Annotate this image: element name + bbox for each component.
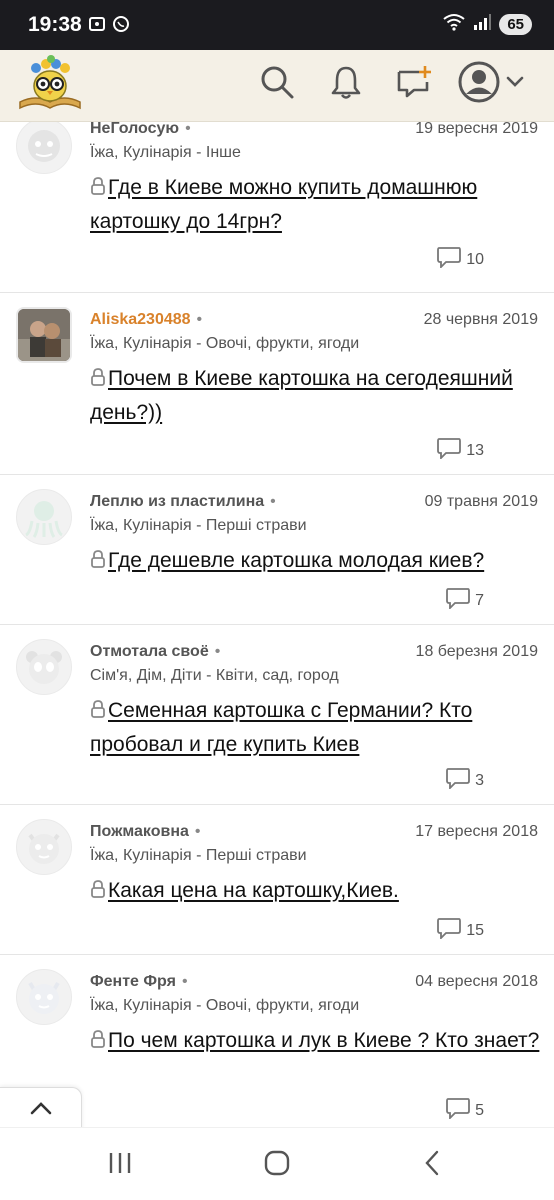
signal-icon: [473, 13, 492, 36]
avatar[interactable]: [16, 969, 72, 1025]
viber-icon: [112, 15, 130, 38]
lock-icon: [90, 174, 106, 206]
post-category[interactable]: Їжа, Кулінарія - Інше: [90, 144, 241, 162]
back-button[interactable]: [414, 1150, 450, 1180]
lock-icon: [90, 697, 106, 729]
post-date: 18 березня 2019: [415, 643, 538, 660]
avatar[interactable]: [16, 307, 72, 363]
comments-count[interactable]: 15: [436, 917, 484, 944]
post-title-link[interactable]: Почем в Киеве картошка на сегодеяшний де…: [90, 363, 540, 429]
profile-menu-button[interactable]: [458, 61, 532, 108]
user-avatar-icon: [458, 61, 500, 108]
post-category[interactable]: Їжа, Кулінарія - Овочі, фрукти, ягоди: [90, 335, 359, 353]
screenshot-icon: [88, 15, 106, 38]
status-time: 19:38: [28, 13, 82, 36]
battery-indicator: 65: [499, 14, 532, 35]
post-username[interactable]: НеГолосую •: [90, 122, 191, 138]
new-post-button[interactable]: [392, 62, 436, 106]
list-item: Отмотала своё • 18 березня 2019 Сім'я, Ді…: [0, 625, 554, 805]
post-title-link[interactable]: Где в Киеве можно купить домашнюю картош…: [90, 172, 540, 238]
avatar[interactable]: [16, 122, 72, 174]
post-title-link[interactable]: Семенная картошка с Германии? Кто пробов…: [90, 695, 540, 761]
post-category[interactable]: Сім'я, Дім, Діти - Квіти, сад, город: [90, 667, 339, 685]
home-icon: [263, 1149, 291, 1182]
app-header: [0, 50, 554, 122]
comment-icon: [436, 437, 462, 464]
scroll-to-top-button[interactable]: [0, 1087, 82, 1132]
list-item: НеГолосую • 19 вересня 2019 Їжа, Кулінарі…: [0, 122, 554, 293]
post-date: 19 вересня 2019: [415, 122, 538, 137]
list-item: Пожмаковна • 17 вересня 2018 Їжа, Кулінар…: [0, 805, 554, 955]
wifi-icon: [443, 13, 465, 36]
lock-icon: [90, 877, 106, 909]
recent-apps-button[interactable]: [102, 1150, 138, 1180]
post-date: 09 травня 2019: [424, 493, 538, 510]
post-category[interactable]: Їжа, Кулінарія - Овочі, фрукти, ягоди: [90, 997, 359, 1015]
lock-icon: [90, 547, 106, 579]
comment-icon: [436, 917, 462, 944]
list-item: Фенте Фря • 04 вересня 2018 Їжа, Кулінарі…: [0, 955, 554, 1127]
post-username[interactable]: Леплю из пластилина •: [90, 493, 276, 511]
post-username[interactable]: Пожмаковна •: [90, 823, 201, 841]
status-notification-icons: [88, 15, 130, 38]
post-title-link[interactable]: Где дешевле картошка молодая киев?: [90, 545, 540, 579]
system-navigation-bar: [0, 1127, 554, 1200]
post-username[interactable]: Отмотала своё •: [90, 643, 220, 661]
comment-icon: [436, 246, 462, 273]
search-icon: [259, 64, 295, 105]
list-item: Aliska230488 • 28 червня 2019 Їжа, Куліна…: [0, 293, 554, 475]
post-category[interactable]: Їжа, Кулінарія - Перші страви: [90, 517, 307, 535]
comments-count[interactable]: 13: [436, 437, 484, 464]
post-date: 28 червня 2019: [423, 311, 538, 328]
comments-count[interactable]: 10: [436, 246, 484, 273]
lock-icon: [90, 365, 106, 397]
add-chat-icon: [395, 64, 433, 105]
comment-icon: [445, 1097, 471, 1124]
status-system-icons: 65: [443, 13, 532, 36]
lock-icon: [90, 1027, 106, 1059]
recent-apps-icon: [107, 1151, 133, 1180]
avatar[interactable]: [16, 819, 72, 875]
post-username[interactable]: Aliska230488 •: [90, 311, 202, 329]
comment-icon: [445, 767, 471, 794]
post-title-link[interactable]: По чем картошка и лук в Киеве ? Кто знае…: [90, 1025, 540, 1059]
comments-count[interactable]: 5: [445, 1097, 484, 1124]
bell-icon: [329, 64, 363, 105]
post-title-link[interactable]: Какая цена на картошку,Киев.: [90, 875, 540, 909]
comments-count[interactable]: 7: [445, 587, 484, 614]
post-username[interactable]: Фенте Фря •: [90, 973, 188, 991]
owl-books-logo-icon[interactable]: [16, 54, 84, 114]
post-date: 04 вересня 2018: [415, 973, 538, 990]
comment-icon: [445, 587, 471, 614]
chevron-down-icon: [506, 75, 524, 93]
list-item: Леплю из пластилина • 09 травня 2019 Їжа,…: [0, 475, 554, 625]
post-category[interactable]: Їжа, Кулінарія - Перші страви: [90, 847, 307, 865]
topics-feed[interactable]: НеГолосую • 19 вересня 2019 Їжа, Кулінарі…: [0, 122, 554, 1127]
status-bar: 19:38 65: [0, 0, 554, 50]
back-icon: [422, 1149, 442, 1182]
chevron-up-icon: [29, 1101, 53, 1120]
search-button[interactable]: [255, 62, 299, 106]
avatar[interactable]: [16, 639, 72, 695]
notifications-button[interactable]: [324, 62, 368, 106]
comments-count[interactable]: 3: [445, 767, 484, 794]
avatar[interactable]: [16, 489, 72, 545]
post-date: 17 вересня 2018: [415, 823, 538, 840]
home-button[interactable]: [259, 1150, 295, 1180]
